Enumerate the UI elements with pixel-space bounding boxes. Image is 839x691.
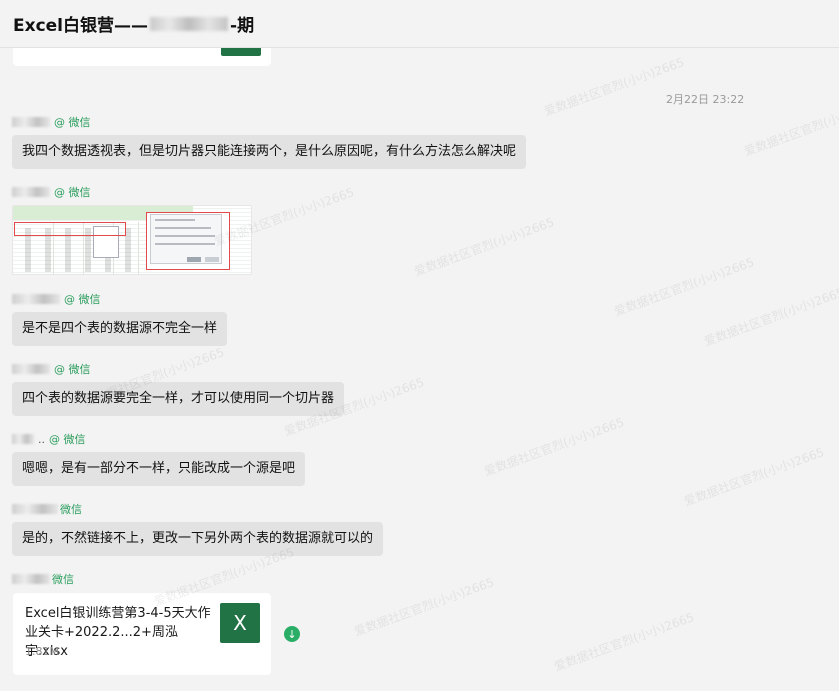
sender-name[interactable]: @ 微信	[12, 185, 91, 199]
sender-name[interactable]: @ 微信	[12, 115, 91, 129]
sender-name[interactable]: 微信	[12, 572, 74, 586]
sender-name[interactable]: @ 微信	[12, 362, 91, 376]
chat-title-suffix: -期	[230, 16, 255, 36]
message-timestamp: 2月22日 23:22	[666, 93, 745, 106]
watermark: 爱数据社区官烈(小小)2665	[702, 285, 839, 349]
watermark: 爱数据社区官烈(小小)2665	[352, 575, 497, 639]
sender-name-redacted	[12, 187, 50, 197]
spreadsheet-column-line	[138, 222, 139, 274]
wechat-source-tag: 微信	[52, 573, 74, 586]
watermark: 爱数据社区官烈(小小)2665	[542, 55, 687, 119]
window-titlebar: Excel白银营—— -期	[0, 0, 839, 48]
download-icon[interactable]: ↓	[284, 626, 300, 642]
message-bubble[interactable]: 是不是四个表的数据源不完全一样	[12, 312, 228, 346]
sender-name-redacted	[12, 434, 34, 444]
sender-name[interactable]: 微信	[12, 502, 82, 516]
watermark: 爱数据社区官烈(小小)2665	[682, 445, 827, 509]
sender-name-redacted	[12, 294, 60, 304]
report-connections-dialog	[150, 214, 222, 264]
watermark: 爱数据社区官烈(小小)2665	[552, 610, 697, 674]
sender-name[interactable]: .. @ 微信	[12, 432, 86, 446]
watermark: 爱数据社区官烈(小小)2665	[742, 95, 839, 159]
excel-file-icon: X	[220, 603, 260, 643]
dialog-ok-button	[187, 257, 201, 262]
dialog-text-line	[155, 235, 215, 237]
message-bubble[interactable]: 我四个数据透视表，但是切片器只能连接两个，是什么原因呢，有什么方法怎么解决呢	[12, 135, 527, 169]
wechat-source-tag: @ 微信	[49, 433, 86, 446]
file-size: 1.81M	[25, 645, 59, 658]
message-bubble[interactable]: 四个表的数据源要完全一样，才可以使用同一个切片器	[12, 382, 345, 416]
message-bubble[interactable]: 是的，不然链接不上，更改一下另外两个表的数据源就可以的	[12, 522, 384, 556]
wechat-source-tag: @ 微信	[54, 363, 91, 376]
dialog-text-line	[155, 219, 195, 221]
sender-name-suffix: ..	[38, 432, 45, 446]
image-message[interactable]	[12, 205, 252, 275]
excel-file-icon	[221, 48, 261, 56]
dialog-cancel-button	[205, 257, 219, 262]
message-bubble[interactable]: 嗯嗯，是有一部分不一样，只能改成一个源是吧	[12, 452, 306, 486]
watermark: 爱数据社区官烈(小小)2665	[412, 215, 557, 279]
sender-name-redacted	[12, 504, 58, 514]
sender-name[interactable]: @ 微信	[12, 292, 101, 306]
dialog-text-line	[155, 227, 211, 229]
highlight-box	[14, 222, 126, 236]
dialog-text-line	[155, 243, 215, 245]
wechat-source-tag: @ 微信	[64, 293, 101, 306]
sender-name-redacted	[12, 364, 50, 374]
wechat-source-tag: @ 微信	[54, 116, 91, 129]
file-message-card[interactable]: Excel白银训练营第3-4-5天大作业关卡+2022.2...2+周泓宇.xl…	[13, 593, 271, 675]
previous-file-card[interactable]	[13, 48, 271, 66]
wechat-source-tag: @ 微信	[54, 186, 91, 199]
chat-title-prefix: Excel白银营——	[13, 16, 149, 36]
watermark: 爱数据社区官烈(小小)2665	[482, 415, 627, 479]
sender-name-redacted	[12, 117, 50, 127]
sender-name-redacted	[12, 574, 50, 584]
wechat-source-tag: 微信	[60, 503, 82, 516]
chat-message-area[interactable]: 爱数据社区官烈(小小)2665 爱数据社区官烈(小小)2665 爱数据社区官烈(…	[0, 48, 839, 691]
watermark: 爱数据社区官烈(小小)2665	[612, 255, 757, 319]
chat-title-redacted	[150, 16, 229, 31]
